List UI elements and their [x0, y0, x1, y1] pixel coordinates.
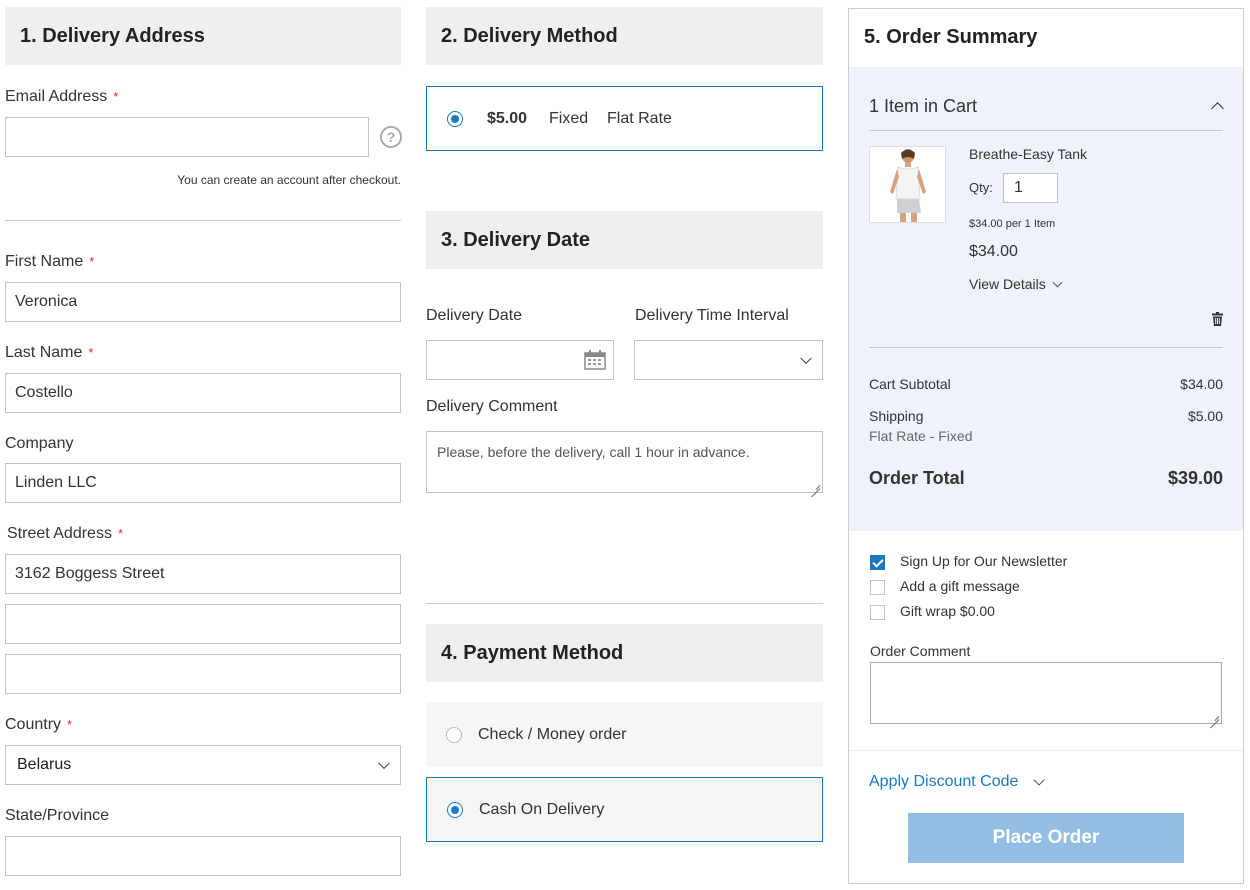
shipping-method-note: Flat Rate - Fixed: [869, 428, 973, 444]
order-total-label: Order Total: [869, 468, 965, 488]
chevron-down-icon: [1052, 277, 1063, 287]
radio-selected[interactable]: [447, 110, 463, 127]
divider: [869, 347, 1223, 348]
delivery-date-input[interactable]: [426, 340, 614, 380]
payment-option-label: Check / Money order: [478, 725, 627, 743]
order-summary-heading: 5. Order Summary: [864, 26, 1038, 48]
divider: [5, 220, 401, 221]
chevron-down-icon: [800, 352, 812, 365]
delivery-address-heading: 1. Delivery Address: [5, 7, 401, 65]
shipping-label: Shipping: [869, 408, 924, 424]
delivery-comment-textarea[interactable]: Please, before the delivery, call 1 hour…: [426, 431, 823, 493]
email-input[interactable]: [5, 117, 369, 157]
chevron-down-icon: [1033, 773, 1046, 786]
payment-option-label: Cash On Delivery: [479, 800, 605, 818]
delivery-method-heading: 2. Delivery Method: [426, 7, 823, 65]
divider: [426, 603, 823, 604]
delivery-interval-label: Delivery Time Interval: [635, 307, 789, 324]
shipping-option-flat-rate[interactable]: $5.00 Fixed Flat Rate: [426, 86, 823, 151]
divider: [869, 130, 1223, 131]
newsletter-checkbox[interactable]: [870, 555, 885, 570]
line-price: $34.00: [969, 243, 1018, 260]
calendar-icon[interactable]: [584, 350, 606, 370]
street-input-2[interactable]: [5, 604, 401, 644]
company-input[interactable]: Linden LLC: [5, 463, 401, 503]
country-label: Country *: [5, 716, 73, 733]
street-input-1[interactable]: 3162 Boggess Street: [5, 554, 401, 594]
order-comment-label: Order Comment: [870, 643, 971, 659]
radio-selected[interactable]: [447, 801, 463, 818]
newsletter-label[interactable]: Sign Up for Our Newsletter: [900, 553, 1067, 569]
product-image-icon: [890, 149, 926, 222]
street-label: Street Address *: [7, 525, 124, 542]
payment-option-check-money-order[interactable]: Check / Money order: [426, 702, 823, 767]
first-name-input[interactable]: Veronica: [5, 282, 401, 322]
state-label: State/Province: [5, 807, 110, 824]
radio-unselected[interactable]: [446, 726, 462, 743]
delivery-interval-select[interactable]: [634, 340, 823, 380]
delivery-date-heading: 3. Delivery Date: [426, 211, 823, 269]
trash-icon[interactable]: [1212, 312, 1223, 326]
order-total-value: $39.00: [1167, 468, 1223, 488]
email-label: Email Address *: [5, 88, 119, 105]
product-name[interactable]: Breathe-Easy Tank: [969, 146, 1087, 162]
divider: [849, 750, 1243, 751]
cart-subtotal-value: $34.00: [1180, 376, 1223, 392]
apply-discount-toggle[interactable]: Apply Discount Code: [869, 773, 1046, 791]
state-input[interactable]: [5, 836, 401, 876]
country-select[interactable]: Belarus: [5, 745, 401, 785]
cart-subtotal-label: Cart Subtotal: [869, 376, 951, 392]
help-icon[interactable]: ?: [380, 126, 402, 148]
gift-wrap-label[interactable]: Gift wrap $0.00: [900, 603, 995, 619]
order-comment-textarea[interactable]: [870, 662, 1222, 724]
view-details-toggle[interactable]: View Details: [969, 276, 1063, 292]
delivery-date-label: Delivery Date: [426, 307, 523, 324]
shipping-method: Fixed: [549, 109, 589, 127]
delivery-comment-label: Delivery Comment: [426, 398, 558, 415]
place-order-button[interactable]: Place Order: [908, 813, 1184, 863]
unit-price: $34.00 per 1 Item: [969, 218, 1056, 230]
company-label: Company: [5, 435, 74, 452]
shipping-value: $5.00: [1187, 408, 1223, 424]
street-input-3[interactable]: [5, 654, 401, 694]
email-hint: You can create an account after checkout…: [177, 173, 401, 187]
resize-handle-icon[interactable]: [811, 481, 820, 490]
first-name-label: First Name *: [5, 253, 95, 270]
qty-input[interactable]: 1: [1003, 173, 1058, 203]
gift-wrap-checkbox[interactable]: [870, 605, 885, 620]
product-thumbnail[interactable]: [869, 146, 946, 223]
gift-message-checkbox[interactable]: [870, 580, 885, 595]
last-name-label: Last Name *: [5, 344, 94, 361]
shipping-price: $5.00: [487, 109, 528, 127]
items-in-cart-toggle[interactable]: 1 Item in Cart: [869, 96, 977, 117]
qty-label: Qty:: [969, 180, 993, 195]
last-name-input[interactable]: Costello: [5, 373, 401, 413]
payment-method-heading: 4. Payment Method: [426, 624, 823, 682]
shipping-carrier: Flat Rate: [607, 109, 672, 127]
order-summary-details: [849, 67, 1243, 531]
payment-option-cash-on-delivery[interactable]: Cash On Delivery: [426, 777, 823, 842]
chevron-down-icon: [378, 757, 390, 770]
gift-message-label[interactable]: Add a gift message: [900, 578, 1020, 594]
resize-handle-icon[interactable]: [1210, 712, 1219, 721]
